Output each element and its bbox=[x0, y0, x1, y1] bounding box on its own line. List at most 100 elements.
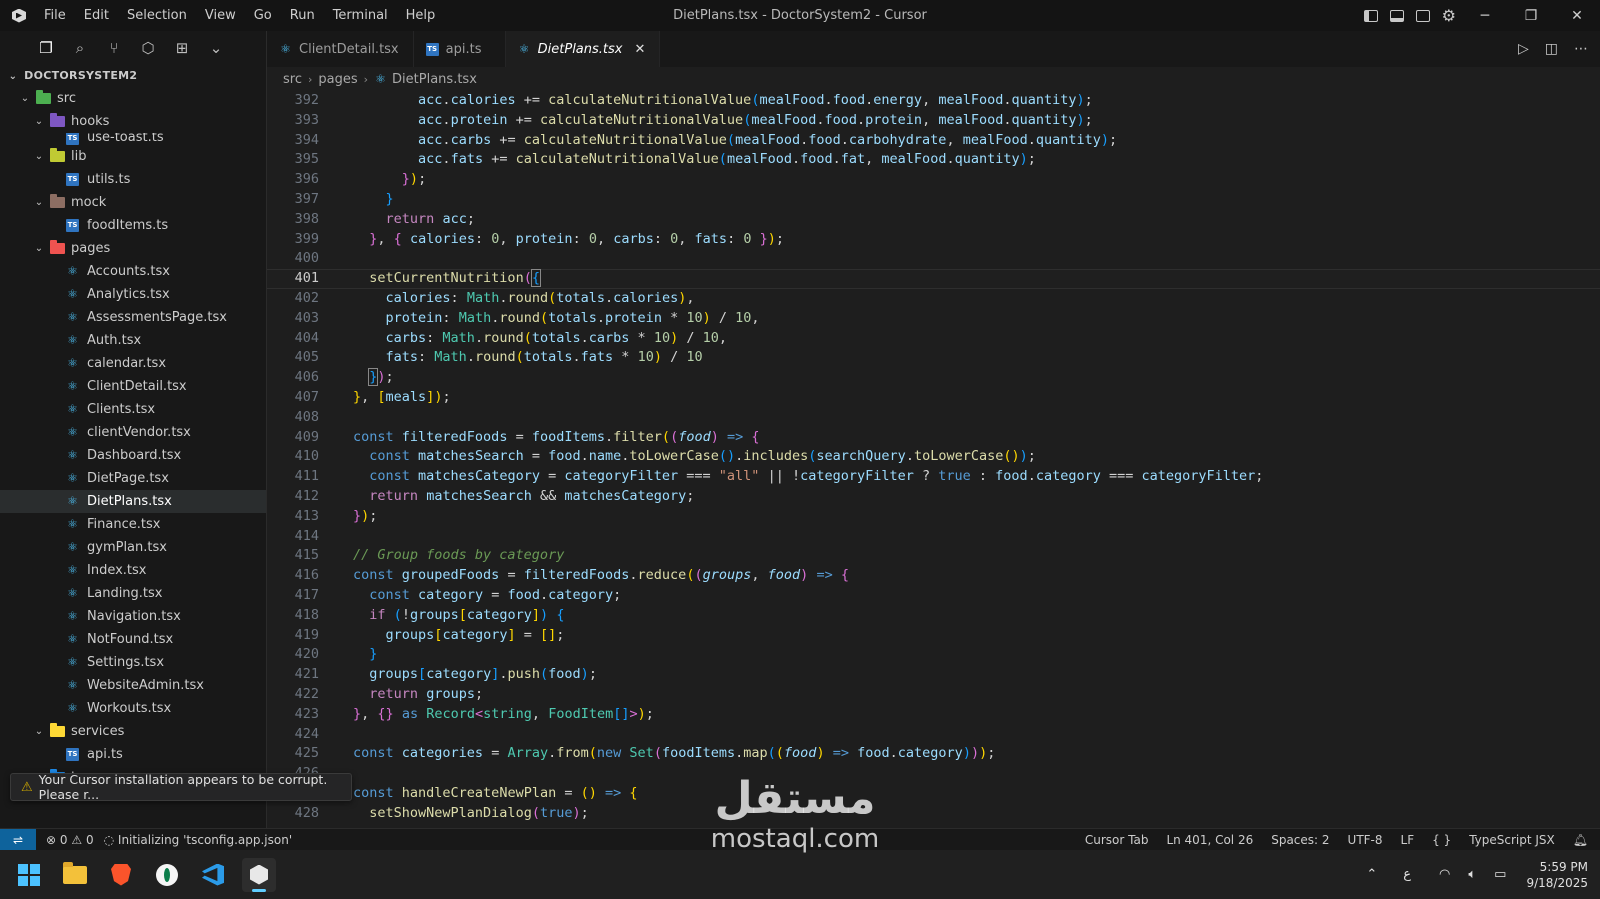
background-task[interactable]: ◌ Initializing 'tsconfig.app.json' bbox=[104, 833, 293, 847]
folder-item[interactable]: ⌄ hooks bbox=[0, 110, 266, 133]
file-item[interactable]: TS utils.ts bbox=[0, 168, 266, 191]
chevron-up-icon[interactable]: ⌃ bbox=[1366, 867, 1377, 882]
close-window-button[interactable]: ✕ bbox=[1554, 0, 1600, 31]
code-line[interactable]: 425 const categories = Array.from(new Set… bbox=[267, 744, 1600, 764]
code-line[interactable]: 417 const category = food.category; bbox=[267, 586, 1600, 606]
file-item[interactable]: ⚛ Index.tsx bbox=[0, 559, 266, 582]
toggle-panel-icon[interactable] bbox=[1389, 9, 1404, 22]
code-line[interactable]: 414 bbox=[267, 527, 1600, 547]
clock[interactable]: 5:59 PM 9/18/2025 bbox=[1526, 859, 1588, 891]
windows-start-icon[interactable] bbox=[12, 858, 46, 892]
search-icon[interactable]: ⌕ bbox=[72, 39, 88, 57]
chevron-down-icon[interactable]: ⌄ bbox=[208, 39, 224, 57]
close-tab-icon[interactable]: ✕ bbox=[634, 42, 645, 57]
remote-indicator-icon[interactable]: ⇌ bbox=[0, 829, 36, 851]
code-line[interactable]: 392 acc.calories += calculateNutritional… bbox=[267, 91, 1600, 111]
notifications-bell-icon[interactable]: 🔔︎ bbox=[1573, 833, 1588, 847]
code-line[interactable]: 408 bbox=[267, 408, 1600, 428]
indentation-setting[interactable]: Spaces: 2 bbox=[1271, 833, 1329, 847]
grid-view-icon[interactable]: ⊞ bbox=[174, 39, 190, 57]
code-line[interactable]: 412 return matchesSearch && matchesCateg… bbox=[267, 487, 1600, 507]
code-line[interactable]: 420 } bbox=[267, 645, 1600, 665]
file-item[interactable]: ⚛ Accounts.tsx bbox=[0, 260, 266, 283]
code-line[interactable]: 395 acc.fats += calculateNutritionalValu… bbox=[267, 150, 1600, 170]
code-line[interactable]: 422 return groups; bbox=[267, 685, 1600, 705]
code-editor[interactable]: 392 acc.calories += calculateNutritional… bbox=[267, 91, 1600, 828]
cursor-app-icon[interactable] bbox=[242, 857, 276, 892]
app-circle-icon[interactable] bbox=[150, 858, 184, 892]
code-line[interactable]: 397 } bbox=[267, 190, 1600, 210]
code-line[interactable]: 413}); bbox=[267, 507, 1600, 527]
settings-gear-icon[interactable]: ⚙ bbox=[1442, 6, 1456, 25]
vscode-icon[interactable] bbox=[196, 858, 230, 892]
menu-go[interactable]: Go bbox=[245, 0, 281, 31]
file-item[interactable]: ⚛ Workouts.tsx bbox=[0, 697, 266, 720]
file-item[interactable]: ⚛ clientVendor.tsx bbox=[0, 421, 266, 444]
tab-dietplans-tsx[interactable]: ⚛ DietPlans.tsx ✕ bbox=[505, 31, 661, 67]
code-line[interactable]: 415 // Group foods by category bbox=[267, 546, 1600, 566]
code-line[interactable]: 427const handleCreateNewPlan = () => { bbox=[267, 784, 1600, 804]
file-item[interactable]: ⚛ Auth.tsx bbox=[0, 329, 266, 352]
tab-clientdetail-tsx[interactable]: ⚛ ClientDetail.tsx bbox=[267, 31, 414, 67]
code-line[interactable]: 419 groups[category] = []; bbox=[267, 626, 1600, 646]
menu-file[interactable]: File bbox=[35, 0, 75, 31]
maximize-button[interactable]: ❐ bbox=[1508, 0, 1554, 31]
extensions-icon[interactable]: ⬡ bbox=[140, 39, 156, 57]
file-encoding[interactable]: UTF-8 bbox=[1348, 833, 1383, 847]
breadcrumb-item[interactable]: DietPlans.tsx bbox=[392, 72, 477, 87]
code-line[interactable]: 400 bbox=[267, 249, 1600, 269]
file-item[interactable]: ⚛ ClientDetail.tsx bbox=[0, 375, 266, 398]
explorer-root-header[interactable]: ⌄ DOCTORSYSTEM2 bbox=[0, 65, 266, 87]
code-line[interactable]: 410 const matchesSearch = food.name.toLo… bbox=[267, 447, 1600, 467]
code-line[interactable]: 411 const matchesCategory = categoryFilt… bbox=[267, 467, 1600, 487]
menu-view[interactable]: View bbox=[196, 0, 245, 31]
file-item[interactable]: ⚛ Navigation.tsx bbox=[0, 605, 266, 628]
file-item[interactable]: TS api.ts bbox=[0, 743, 266, 766]
code-line[interactable]: 401 setCurrentNutrition({ bbox=[267, 269, 1600, 289]
source-control-icon[interactable]: ⑂ bbox=[106, 39, 122, 57]
breadcrumb-item[interactable]: src bbox=[283, 72, 302, 87]
code-line[interactable]: 394 acc.carbs += calculateNutritionalVal… bbox=[267, 131, 1600, 151]
toggle-secondary-sidebar-icon[interactable] bbox=[1415, 9, 1430, 22]
wifi-icon[interactable]: ◠ bbox=[1439, 867, 1450, 882]
file-item[interactable]: ⚛ WebsiteAdmin.tsx bbox=[0, 674, 266, 697]
split-editor-icon[interactable]: ◫ bbox=[1545, 41, 1558, 57]
breadcrumb-item[interactable]: pages bbox=[318, 72, 357, 87]
brave-browser-icon[interactable] bbox=[104, 858, 138, 892]
folder-item[interactable]: ⌄ pages bbox=[0, 237, 266, 260]
more-actions-icon[interactable]: ⋯ bbox=[1574, 41, 1588, 57]
code-line[interactable]: 396 }); bbox=[267, 170, 1600, 190]
folder-item[interactable]: ⌄ src bbox=[0, 87, 266, 110]
code-line[interactable]: 407}, [meals]); bbox=[267, 388, 1600, 408]
line-ending[interactable]: LF bbox=[1401, 833, 1415, 847]
file-item[interactable]: ⚛ calendar.tsx bbox=[0, 352, 266, 375]
code-line[interactable]: 424 bbox=[267, 725, 1600, 745]
run-icon[interactable]: ▷ bbox=[1518, 41, 1529, 57]
file-item[interactable]: ⚛ Clients.tsx bbox=[0, 398, 266, 421]
tab-api-ts[interactable]: TS api.ts bbox=[414, 31, 506, 67]
code-line[interactable]: 428 setShowNewPlanDialog(true); bbox=[267, 804, 1600, 824]
folder-item[interactable]: ⌄ mock bbox=[0, 191, 266, 214]
file-item[interactable]: TS use-toast.ts bbox=[0, 133, 266, 145]
file-item[interactable]: ⚛ Finance.tsx bbox=[0, 513, 266, 536]
code-line[interactable]: 421 groups[category].push(food); bbox=[267, 665, 1600, 685]
battery-icon[interactable]: ▭ bbox=[1494, 867, 1506, 882]
code-line[interactable]: 398 return acc; bbox=[267, 210, 1600, 230]
file-item[interactable]: ⚛ Landing.tsx bbox=[0, 582, 266, 605]
problems-indicator[interactable]: ⊗ 0 ⚠ 0 bbox=[46, 833, 94, 847]
file-item[interactable]: TS foodItems.ts bbox=[0, 214, 266, 237]
code-line[interactable]: 416 const groupedFoods = filteredFoods.re… bbox=[267, 566, 1600, 586]
menu-selection[interactable]: Selection bbox=[118, 0, 196, 31]
file-explorer-icon[interactable] bbox=[58, 858, 92, 892]
file-item[interactable]: ⚛ NotFound.tsx bbox=[0, 628, 266, 651]
menu-edit[interactable]: Edit bbox=[75, 0, 118, 31]
code-line[interactable]: 399 }, { calories: 0, protein: 0, carbs:… bbox=[267, 230, 1600, 250]
toggle-primary-sidebar-icon[interactable] bbox=[1363, 9, 1378, 22]
file-item[interactable]: ⚛ Settings.tsx bbox=[0, 651, 266, 674]
input-language-indicator[interactable]: ع bbox=[1403, 867, 1411, 882]
folder-item[interactable]: ⌄ services bbox=[0, 720, 266, 743]
file-item[interactable]: ⚛ AssessmentsPage.tsx bbox=[0, 306, 266, 329]
code-line[interactable]: 405 fats: Math.round(totals.fats * 10) /… bbox=[267, 348, 1600, 368]
folder-item[interactable]: ⌄ lib bbox=[0, 145, 266, 168]
code-line[interactable]: 406 }); bbox=[267, 368, 1600, 388]
